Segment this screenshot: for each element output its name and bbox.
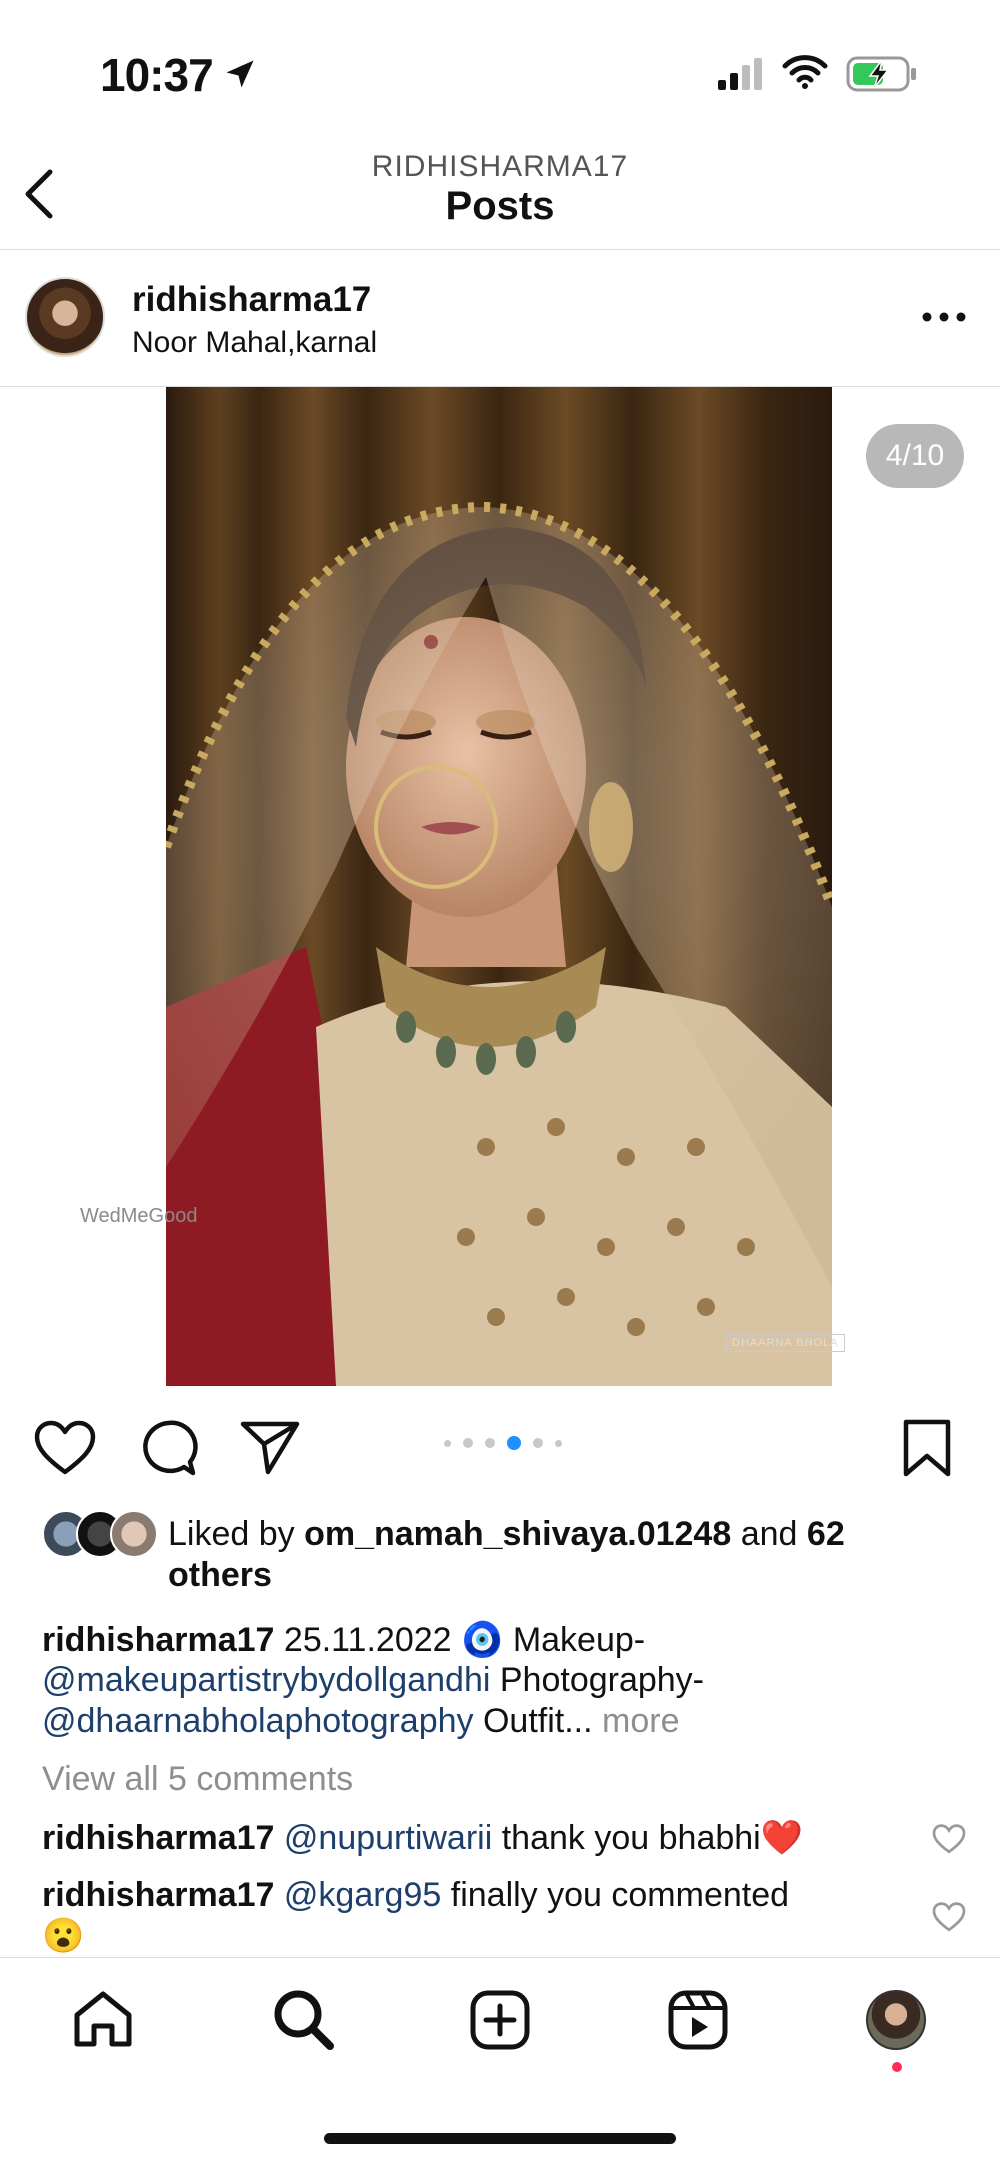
post-author-username[interactable]: ridhisharma17: [132, 280, 371, 320]
photographer-watermark: DHAARNA BHOLA: [726, 1334, 845, 1352]
caption-date: 25.11.2022: [283, 1621, 452, 1659]
location-arrow-icon: [226, 60, 254, 88]
likes-prefix: Liked by: [168, 1515, 295, 1553]
carousel-dot-active: [507, 1436, 521, 1450]
likes-summary[interactable]: Liked by om_namah_shivaya.01248 and 62: [168, 1515, 845, 1554]
liker-avatar[interactable]: [110, 1510, 158, 1558]
caption-line-3: @dhaarnabholaphotography Outfit... more: [42, 1702, 680, 1741]
carousel-dot: [463, 1438, 473, 1448]
share-send-icon[interactable]: [240, 1420, 300, 1476]
caption-line-1: ridhisharma17 25.11.2022 🧿 Makeup-: [42, 1620, 645, 1660]
battery-charging-icon: [846, 56, 916, 92]
home-indicator[interactable]: [324, 2133, 676, 2144]
bride-illustration: [166, 501, 832, 1386]
cellular-signal-icon: [718, 58, 762, 90]
comment-text: thank you bhabhi❤️: [501, 1819, 804, 1857]
search-icon[interactable]: [272, 1988, 334, 2050]
caption-more-link[interactable]: more: [602, 1702, 679, 1740]
carousel-dot: [533, 1438, 543, 1448]
carousel-dot: [444, 1439, 451, 1447]
nazar-emoji: 🧿: [461, 1621, 504, 1659]
save-bookmark-icon[interactable]: [902, 1418, 952, 1478]
carousel-dot: [485, 1438, 495, 1448]
like-heart-icon[interactable]: [34, 1420, 96, 1476]
carousel-dots: [444, 1436, 562, 1450]
header-username: RIDHISHARMA17: [371, 150, 629, 183]
page-title: Posts: [445, 184, 555, 228]
create-post-icon[interactable]: [470, 1990, 530, 2050]
notification-dot: [892, 2062, 902, 2072]
wifi-icon: [782, 55, 828, 89]
comment-2-emoji: 😮: [42, 1917, 85, 1955]
home-icon[interactable]: [72, 1990, 134, 2048]
comment-2: ridhisharma17 @kgarg95 finally you comme…: [42, 1876, 789, 1915]
comment-like-heart-icon[interactable]: [932, 1824, 966, 1854]
post-photo[interactable]: [166, 387, 832, 1386]
tab-bar-divider: [0, 1957, 1000, 1958]
comment-username[interactable]: ridhisharma17: [42, 1819, 274, 1857]
header-divider: [0, 249, 1000, 250]
photographer-link[interactable]: @dhaarnabholaphotography: [42, 1702, 474, 1740]
caption-line-2: @makeupartistrybydollgandhi Photography-: [42, 1661, 704, 1700]
reels-icon[interactable]: [668, 1990, 728, 2050]
caption-photo-label: Photography-: [499, 1661, 705, 1699]
carousel-dot: [555, 1439, 562, 1447]
makeup-artist-link[interactable]: @makeupartistrybydollgandhi: [42, 1661, 490, 1699]
likes-user[interactable]: om_namah_shivaya.01248: [304, 1515, 731, 1553]
post-author-avatar[interactable]: [25, 277, 105, 357]
likes-others-count[interactable]: 62: [807, 1515, 845, 1553]
comment-text: finally you commented: [450, 1876, 790, 1914]
caption-username[interactable]: ridhisharma17: [42, 1621, 274, 1659]
likes-others[interactable]: others: [168, 1556, 272, 1595]
status-time: 10:37: [100, 49, 214, 101]
comment-like-heart-icon[interactable]: [932, 1902, 966, 1932]
comment-mention[interactable]: @kgarg95: [284, 1876, 441, 1914]
likes-middle: and: [740, 1515, 798, 1553]
view-all-comments-link[interactable]: View all 5 comments: [42, 1760, 353, 1799]
comment-username[interactable]: ridhisharma17: [42, 1876, 274, 1914]
comment-mention[interactable]: @nupurtiwarii: [284, 1819, 492, 1857]
wedmegood-watermark: WedMeGood: [80, 1205, 198, 1227]
comment-1: ridhisharma17 @nupurtiwarii thank you bh…: [42, 1818, 803, 1858]
carousel-counter: 4/10: [866, 424, 964, 488]
post-location[interactable]: Noor Mahal,karnal: [132, 326, 377, 360]
caption-outfit: Outfit...: [482, 1702, 593, 1740]
profile-tab-avatar[interactable]: [866, 1990, 926, 2050]
comment-bubble-icon[interactable]: [138, 1418, 198, 1478]
more-options-icon[interactable]: [920, 310, 968, 324]
caption-makeup-label: Makeup-: [512, 1621, 646, 1659]
